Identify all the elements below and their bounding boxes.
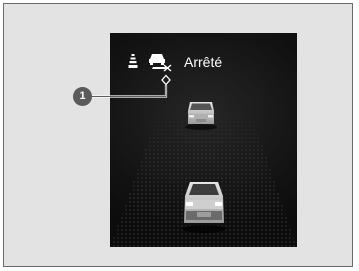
callout-number-1: 1 [73, 87, 92, 106]
callout-pointer-diamond [161, 74, 171, 86]
lead-vehicle-icon [185, 102, 217, 130]
callout-leader-line [92, 85, 168, 98]
lane-icon [128, 54, 138, 68]
system-status-text: Arrêté [184, 54, 223, 70]
follow-car-icon [149, 54, 172, 72]
display-graphics [92, 54, 297, 247]
